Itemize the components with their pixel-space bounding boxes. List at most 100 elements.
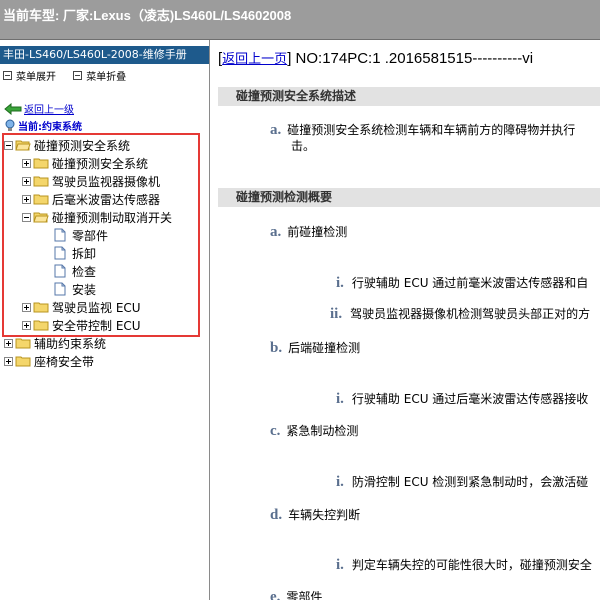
document-header: [返回上一页] NO:174PC:1 .2016581515----------… (218, 50, 534, 67)
back-to-parent-label: 返回上一级 (24, 105, 74, 116)
list-item: i. 防滑控制 ECU 检测到紧急制动时，会激活碰 (336, 473, 588, 491)
list-marker: e. (270, 589, 281, 600)
tree-leaf-label: 安装 (72, 282, 97, 297)
tree-leaf-label: 检查 (72, 264, 97, 279)
folder-icon (33, 320, 49, 331)
document-icon (54, 228, 66, 242)
tree-node-label: 安全带控制 ECU (52, 318, 141, 333)
expand-menu-label: 菜单展开 (16, 72, 56, 83)
folder-icon (33, 302, 49, 313)
tree-leaf[interactable]: 零部件 (0, 226, 209, 244)
lightbulb-icon (5, 119, 15, 131)
expand-icon (3, 71, 12, 80)
folder-icon (33, 158, 49, 169)
expand-node-icon[interactable] (4, 338, 13, 348)
document-icon (54, 246, 66, 260)
expand-node-icon[interactable] (22, 176, 31, 186)
list-item-text: 判定车辆失控的可能性很大时，碰撞预测安全 (351, 558, 592, 572)
tree-leaf[interactable]: 拆卸 (0, 244, 209, 262)
list-marker: d. (270, 507, 283, 523)
tree-node-root[interactable]: 碰撞预测安全系统 (0, 136, 209, 154)
tree-node-label: 驾驶员监视 ECU (52, 300, 141, 315)
list-marker: i. (336, 474, 344, 490)
list-marker: ii. (330, 306, 343, 322)
list-item: e. 零部件 (270, 588, 322, 600)
list-marker: i. (336, 391, 344, 407)
current-location: 当前:约束系统 (4, 118, 82, 133)
expand-node-icon[interactable] (22, 320, 31, 330)
tree-leaf[interactable]: 安装 (0, 280, 209, 298)
list-item: a. 前碰撞检测 (270, 223, 347, 241)
list-marker: c. (270, 423, 281, 439)
list-item-text: 零部件 (286, 590, 323, 600)
expand-node-icon[interactable] (22, 158, 31, 168)
document-icon (54, 282, 66, 296)
list-item: ii. 驾驶员监视器摄像机检测驾驶员头部正对的方 (330, 305, 590, 323)
tree-node-label: 碰撞预测安全系统 (34, 138, 131, 153)
collapse-icon (73, 71, 83, 80)
description-item: a. 碰撞预测安全系统检测车辆和车辆前方的障碍物并执行 击。 (270, 122, 575, 154)
sidebar: 丰田-LS460/LS460L-2008-维修手册 菜单展开 菜单折叠 返回上一… (0, 40, 210, 600)
folder-icon (33, 194, 49, 205)
tree-node-label: 座椅安全带 (34, 354, 95, 369)
tree-node-label: 驾驶员监视器摄像机 (52, 174, 161, 189)
collapse-node-icon[interactable] (22, 212, 31, 222)
list-marker: i. (336, 557, 344, 573)
tree-node-label: 后毫米波雷达传感器 (52, 192, 161, 207)
list-item: i. 行驶辅助 ECU 通过后毫米波雷达传感器接收 (336, 390, 588, 408)
content-pane: [返回上一页] NO:174PC:1 .2016581515----------… (211, 40, 600, 600)
list-item-text: 驾驶员监视器摄像机检测驾驶员头部正对的方 (350, 307, 591, 321)
list-item-text: 防滑控制 ECU 检测到紧急制动时，会激活碰 (351, 475, 589, 489)
tree-node-child[interactable]: 安全带控制 ECU (0, 316, 209, 334)
manual-title: 丰田-LS460/LS460L-2008-维修手册 (0, 46, 209, 64)
tree-node-root[interactable]: 辅助约束系统 (0, 334, 209, 352)
back-to-previous-link[interactable]: 返回上一页 (222, 51, 287, 66)
tree-node-child[interactable]: 驾驶员监视 ECU (0, 298, 209, 316)
tree-node-label: 碰撞预测制动取消开关 (52, 210, 173, 225)
tree-node-child[interactable]: 碰撞预测制动取消开关 (0, 208, 209, 226)
list-item-text: 行驶辅助 ECU 通过前毫米波雷达传感器和自 (351, 276, 589, 290)
document-id: NO:174PC:1 .2016581515----------vi (291, 50, 534, 67)
tree-node-label: 碰撞预测安全系统 (52, 156, 149, 171)
list-item-text: 车辆失控判断 (288, 508, 361, 522)
menu-controls: 菜单展开 菜单折叠 (3, 68, 140, 83)
list-marker: b. (270, 340, 283, 356)
current-vehicle-text: 当前车型: 厂家:Lexus（凌志)LS460L/LS4602008 (3, 8, 292, 23)
tree-node-child[interactable]: 碰撞预测安全系统 (0, 154, 209, 172)
section-header: 碰撞预测检测概要 (218, 188, 600, 207)
description-text-line: 击。 (291, 139, 316, 153)
folder-icon (33, 176, 49, 187)
collapse-node-icon[interactable] (4, 140, 13, 150)
tree-leaf[interactable]: 检查 (0, 262, 209, 280)
list-item-text: 行驶辅助 ECU 通过后毫米波雷达传感器接收 (351, 392, 589, 406)
collapse-menu-button[interactable]: 菜单折叠 (73, 68, 126, 83)
list-item: i. 行驶辅助 ECU 通过前毫米波雷达传感器和自 (336, 274, 588, 292)
list-item: d. 车辆失控判断 (270, 506, 360, 524)
folder-open-icon (33, 212, 49, 223)
document-icon (54, 264, 66, 278)
expand-menu-button[interactable]: 菜单展开 (3, 68, 56, 83)
list-item: i. 判定车辆失控的可能性很大时，碰撞预测安全 (336, 556, 592, 574)
description-text-line: 碰撞预测安全系统检测车辆和车辆前方的障碍物并执行 (287, 123, 576, 137)
folder-icon (15, 356, 31, 367)
tree-node-root[interactable]: 座椅安全带 (0, 352, 209, 370)
current-location-label: 当前:约束系统 (18, 122, 82, 133)
list-item: c. 紧急制动检测 (270, 422, 358, 440)
tree-node-label: 辅助约束系统 (34, 336, 107, 351)
tree-node-child[interactable]: 驾驶员监视器摄像机 (0, 172, 209, 190)
expand-node-icon[interactable] (22, 194, 31, 204)
list-item: b. 后端碰撞检测 (270, 339, 360, 357)
list-marker: a. (270, 122, 282, 138)
list-item-text: 后端碰撞检测 (288, 341, 361, 355)
list-item-text: 紧急制动检测 (286, 424, 359, 438)
title-bar: 当前车型: 厂家:Lexus（凌志)LS460L/LS4602008 (0, 0, 600, 40)
tree-node-child[interactable]: 后毫米波雷达传感器 (0, 190, 209, 208)
folder-open-icon (15, 140, 31, 151)
green-back-arrow-icon (4, 102, 22, 115)
tree-leaf-label: 零部件 (72, 228, 109, 243)
nav-tree: 碰撞预测安全系统 碰撞预测安全系统 驾驶员监视器摄像机 后毫米波雷达传感器 碰撞… (0, 136, 209, 370)
expand-node-icon[interactable] (22, 302, 31, 312)
expand-node-icon[interactable] (4, 356, 13, 366)
section-header: 碰撞预测安全系统描述 (218, 87, 600, 106)
back-to-parent-link[interactable]: 返回上一级 (4, 101, 74, 116)
